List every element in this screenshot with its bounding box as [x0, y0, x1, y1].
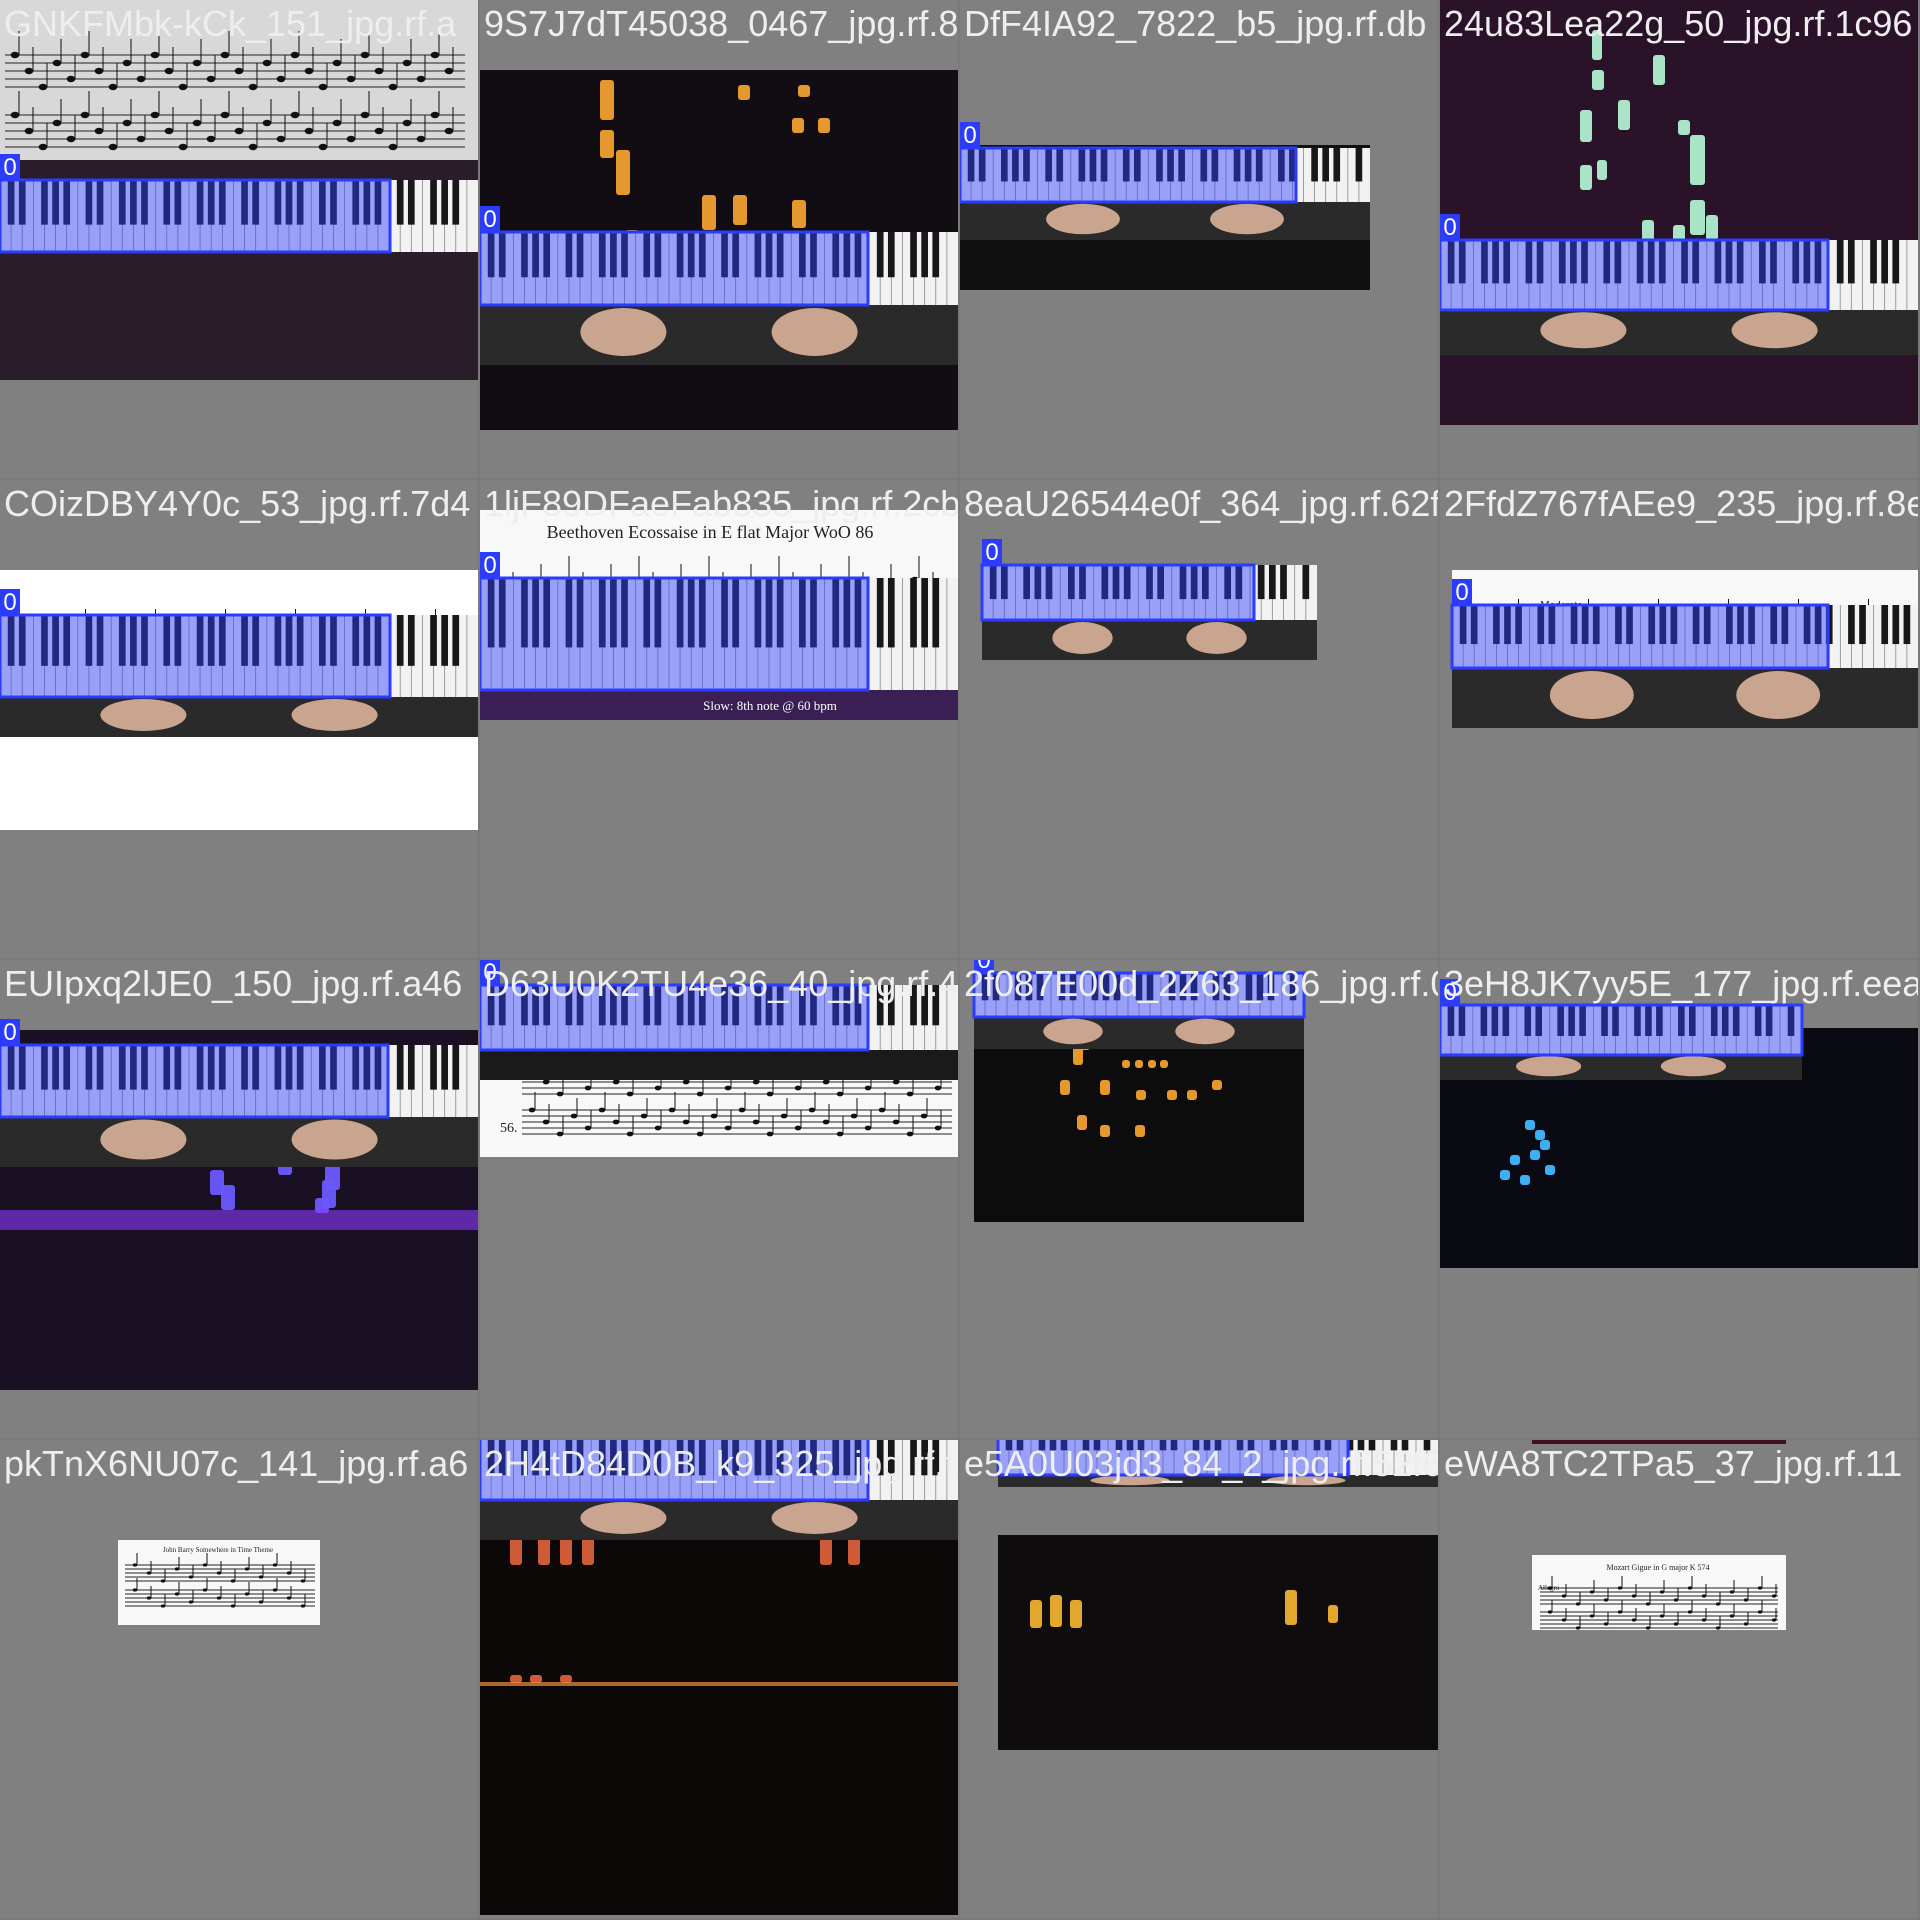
tile-image: 0 — [0, 1019, 478, 1390]
detection-box: 0 — [1440, 979, 1804, 1057]
grid-tile: John Barry Somewhere in Time Theme0pkTnX… — [0, 1440, 478, 1918]
class-label: 0 — [3, 589, 16, 616]
grid-tile: 0 2f087E00d_2Z63_186_jpg.rf.07 — [960, 960, 1438, 1438]
class-label: 0 — [483, 206, 496, 233]
detection-box: 0 — [480, 960, 870, 1052]
detection-box: 0 — [480, 1440, 870, 1502]
tile-image: 0 — [480, 1440, 958, 1915]
hands-photo — [1440, 1055, 1802, 1080]
hands-photo — [480, 1500, 958, 1540]
tile-image: dim.0 — [0, 570, 478, 830]
hands-photo — [0, 1117, 478, 1167]
class-label: 0 — [3, 154, 16, 181]
detection-box: 0 — [972, 960, 1306, 1019]
grid-tile: Beethoven Ecossaise in E flat Major WoO … — [480, 480, 958, 958]
tile-image: 0 — [1440, 979, 1918, 1268]
detection-box: 0 — [996, 1440, 1350, 1477]
hands-photo — [480, 305, 958, 365]
class-label: 0 — [3, 1019, 16, 1046]
class-label: 0 — [483, 552, 496, 579]
grid-tile: 0 DfF4IA92_7822_b5_jpg.rf.db — [960, 0, 1438, 478]
grid-tile: 02H4tD84D0B_k9_325_jpg.rf.f2a — [480, 1440, 958, 1918]
tile-image: Moderato0 — [1450, 570, 1918, 728]
grid-tile: 0 EUIpxq2lJE0_150_jpg.rf.a46 — [0, 960, 478, 1438]
grid-tile: G minor Position08eaU26544e0f_364_jpg.rf… — [960, 480, 1438, 958]
hands-photo — [960, 202, 1370, 240]
grid-tile: dim.0COizDBY4Y0c_53_jpg.rf.7d4 — [0, 480, 478, 958]
hands-photo — [1440, 310, 1918, 355]
hands-photo — [998, 1475, 1438, 1487]
tile-image: 8th note @ 60 bpm0 — [0, 0, 478, 380]
class-label: 0 — [483, 960, 496, 986]
hands-photo — [1452, 668, 1918, 728]
grid-tile: Moderato02FfdZ767fAEe9_235_jpg.rf.8e — [1440, 480, 1918, 958]
tile-image: 0 — [996, 1440, 1438, 1750]
grid-tile: Mozart Gigue in G major K 574Allegro0eWA… — [1440, 1440, 1918, 1918]
tile-image: 0 — [960, 122, 1370, 290]
tile-image: 0 — [1440, 0, 1918, 425]
hands-photo — [0, 697, 478, 737]
tile-image: 0 — [480, 70, 958, 430]
grid-tile: 0 3eH8JK7yy5E_177_jpg.rf.eea — [1440, 960, 1918, 1438]
class-label: 0 — [1443, 979, 1456, 1006]
tile-image: John Barry Somewhere in Time Theme0 — [118, 1540, 320, 1625]
grid-tile: Langsam.56.0D63U0K2TU4e36_40_jpg.rf.44a — [480, 960, 958, 1438]
tile-image: 0 — [972, 960, 1306, 1222]
class-label: 0 — [1443, 214, 1456, 241]
grid-tile: 8th note @ 60 bpm0GNKFMbk-kCk_151_jpg.rf… — [0, 0, 478, 478]
image-grid: 8th note @ 60 bpm0GNKFMbk-kCk_151_jpg.rf… — [0, 0, 1920, 1920]
grid-tile: 0e5A0U03jd3_84_2_jpg.rf.52f6f2 — [960, 1440, 1438, 1918]
hands-photo — [974, 1017, 1304, 1049]
tile-image: Langsam.56.0 — [480, 960, 958, 1157]
class-label: 0 — [977, 960, 990, 974]
piece-title: Mozart Gigue in G major K 574 — [1606, 1563, 1709, 1572]
detection-box: 0 — [980, 539, 1256, 622]
tile-image: Mozart Gigue in G major K 574Allegro0 — [1532, 1440, 1786, 1630]
detection-box: 0 — [960, 122, 1298, 204]
hands-photo — [982, 620, 1317, 660]
grid-tile: 0 24u83Lea22g_50_jpg.rf.1c96 — [1440, 0, 1918, 478]
measure-number: 56. — [500, 1121, 518, 1136]
tile-image: G minor Position0 — [980, 539, 1317, 660]
tile-image: Beethoven Ecossaise in E flat Major WoO … — [480, 510, 958, 720]
tempo-caption: Slow: 8th note @ 60 bpm — [703, 698, 837, 713]
piece-title: Beethoven Ecossaise in E flat Major WoO … — [547, 522, 874, 542]
class-label: 0 — [1455, 579, 1468, 606]
class-label: 0 — [963, 122, 976, 149]
class-label: 0 — [985, 539, 998, 566]
grid-tile: 0 9S7J7dT45038_0467_jpg.rf.8c — [480, 0, 958, 478]
piece-title: John Barry Somewhere in Time Theme — [163, 1546, 273, 1554]
